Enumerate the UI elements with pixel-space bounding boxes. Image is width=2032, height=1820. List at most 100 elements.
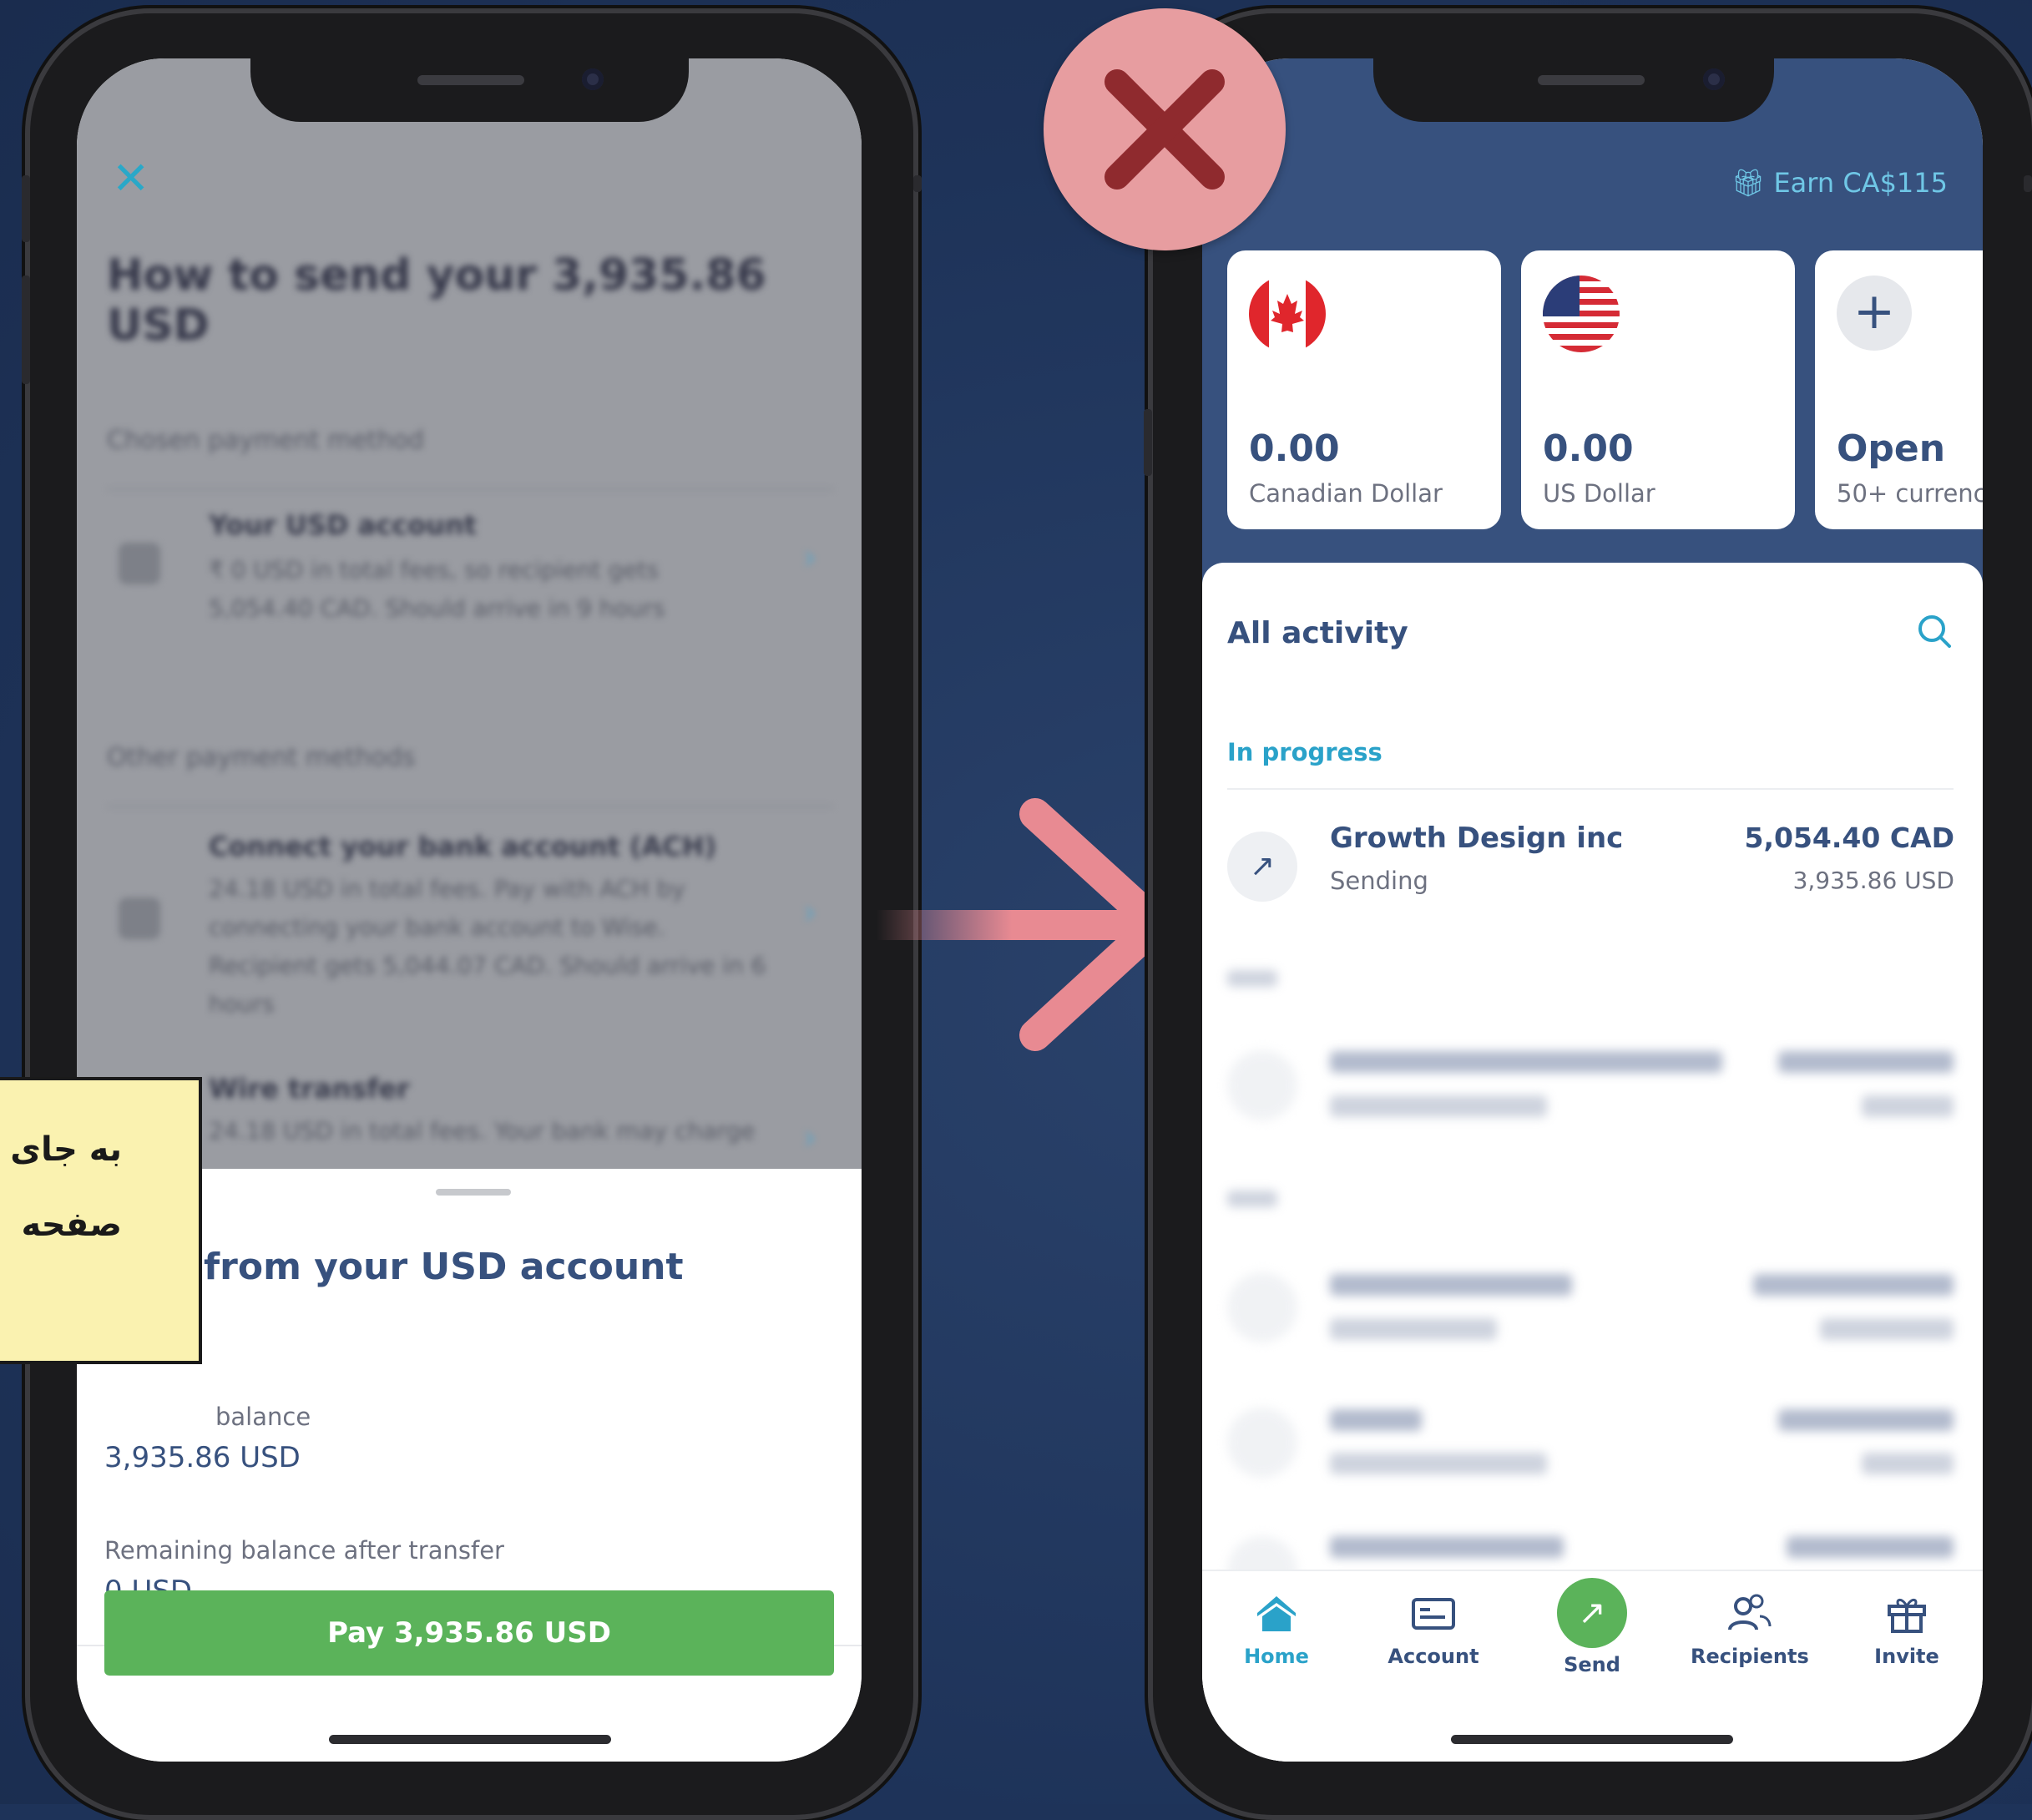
rejected-badge [1044, 8, 1286, 250]
annotation-line-1: به جای [10, 1130, 122, 1169]
pay-button[interactable]: Pay 3,935.86 USD [104, 1590, 834, 1676]
balance-card-usd[interactable]: 0.00 US Dollar [1521, 250, 1795, 529]
divider [107, 806, 833, 807]
usd-account-desc1: ₹ 0 USD in total fees, so recipient gets [209, 556, 660, 584]
usd-label: US Dollar [1543, 479, 1655, 508]
blurred-tx-amount2 [1862, 1095, 1954, 1117]
blurred-tx-amount [1753, 1274, 1954, 1296]
tab-recipients-label: Recipients [1691, 1645, 1809, 1668]
right-phone-power-button [2024, 175, 2032, 192]
dimmed-backdrop[interactable]: ✕ How to send your 3,935.86 USD Chosen p… [77, 58, 862, 1169]
tab-invite[interactable]: Invite [1848, 1588, 1965, 1668]
tab-home-label: Home [1244, 1645, 1309, 1668]
blurred-tx-name [1330, 1274, 1572, 1296]
current-balance-label: balance [215, 1403, 311, 1431]
gift-icon: 🎁︎ [1731, 167, 1774, 199]
remaining-balance-label: Remaining balance after transfer [104, 1536, 504, 1565]
right-phone-volume-button [1144, 409, 1152, 476]
blurred-tx-name [1330, 1536, 1564, 1558]
earn-label: Earn CA$115 [1773, 167, 1948, 199]
right-screen: 🎁︎ Earn CA$115 0.00 Canadian Dollar 0.00… [1202, 58, 1983, 1762]
cad-amount: 0.00 [1249, 427, 1340, 470]
home-icon [1251, 1588, 1302, 1640]
blurred-tx-name [1330, 1409, 1422, 1431]
right-speaker [1538, 75, 1645, 85]
sheet-title: from your USD account [204, 1246, 684, 1288]
chevron-right-icon: › [803, 893, 816, 932]
blurred-tx-icon [1227, 1408, 1297, 1478]
recipients-icon [1723, 1588, 1775, 1640]
bank-title: Connect your bank account (ACH) [209, 831, 717, 862]
x-mark-icon [1104, 69, 1225, 190]
blurred-tx-status [1330, 1095, 1547, 1117]
tab-recipients[interactable]: Recipients [1691, 1588, 1809, 1668]
left-notch [250, 50, 689, 122]
activity-title: All activity [1227, 616, 1408, 650]
open-balance-card[interactable]: + Open 50+ currenci [1815, 250, 1983, 529]
left-home-indicator [329, 1735, 611, 1744]
tab-send-label: Send [1564, 1653, 1620, 1676]
bank-desc: 24.18 USD in total fees. Pay with ACH by… [209, 875, 766, 1018]
blurred-tx-icon [1227, 1050, 1297, 1120]
blurred-tx-amount2 [1862, 1453, 1954, 1474]
cad-label: Canadian Dollar [1249, 479, 1443, 508]
tab-invite-label: Invite [1874, 1645, 1939, 1668]
blurred-month-label [1227, 1191, 1277, 1207]
tab-home[interactable]: Home [1218, 1588, 1335, 1668]
earn-link[interactable]: 🎁︎ Earn CA$115 [1731, 167, 1948, 199]
tab-account-label: Account [1388, 1645, 1479, 1668]
page-title: How to send your 3,935.86 USD [107, 250, 766, 351]
right-camera [1703, 68, 1725, 90]
sheet-handle[interactable] [436, 1189, 511, 1196]
blurred-tx-amount2 [1820, 1318, 1954, 1340]
chevron-right-icon: › [803, 538, 816, 577]
blurred-tx-amount [1787, 1536, 1954, 1558]
us-flag-icon [1543, 276, 1620, 352]
account-card-icon [1408, 1588, 1459, 1640]
left-speaker [417, 75, 524, 85]
left-phone-power-button [913, 175, 922, 192]
blurred-tx-amount [1778, 1409, 1954, 1431]
divider [1227, 788, 1954, 790]
left-phone-side-button [22, 175, 30, 242]
bank-icon [119, 897, 160, 939]
blurred-tx-icon [1227, 1272, 1297, 1342]
send-arrow-icon: ↗ [1227, 832, 1297, 902]
transaction-status: Sending [1330, 867, 1428, 895]
gift-icon [1881, 1588, 1933, 1640]
blurred-tx-status [1330, 1318, 1497, 1340]
usd-account-desc2: 5,054.40 CAD. Should arrive in 9 hours [209, 594, 665, 622]
blurred-month-label [1227, 970, 1277, 987]
transaction-amount-secondary: 3,935.86 USD [1792, 867, 1954, 894]
usd-account-icon [119, 543, 160, 584]
annotation-line-2: صفحه [21, 1206, 122, 1244]
close-icon[interactable]: ✕ [112, 156, 152, 201]
bottom-tab-bar: Home Account ↗ Send Recipients Invite [1202, 1570, 1983, 1762]
search-icon[interactable] [1916, 613, 1953, 650]
currencies-label: 50+ currenci [1837, 479, 1983, 508]
blurred-tx-status [1330, 1453, 1547, 1474]
usd-amount: 0.00 [1543, 427, 1634, 470]
blurred-tx-name [1330, 1051, 1722, 1073]
right-home-indicator [1451, 1735, 1733, 1744]
usd-account-title: Your USD account [209, 509, 478, 541]
transaction-amount: 5,054.40 CAD [1744, 822, 1954, 854]
section-label-chosen: Chosen payment method [107, 426, 424, 455]
wire-desc: 24.18 USD in total fees. Your bank may c… [209, 1117, 756, 1145]
send-icon: ↗ [1557, 1578, 1627, 1648]
current-balance-value: 3,935.86 USD [104, 1441, 301, 1474]
plus-icon: + [1837, 276, 1912, 351]
balance-card-cad[interactable]: 0.00 Canadian Dollar [1227, 250, 1501, 529]
open-label: Open [1837, 427, 1946, 470]
in-progress-label: In progress [1227, 738, 1382, 766]
tab-send[interactable]: ↗ Send [1534, 1578, 1650, 1676]
tab-account[interactable]: Account [1375, 1588, 1492, 1668]
section-label-other: Other payment methods [107, 743, 416, 772]
wire-title: Wire transfer [209, 1073, 410, 1105]
blurred-tx-amount [1778, 1051, 1954, 1073]
chevron-right-icon: › [803, 1119, 816, 1157]
balances-header: 🎁︎ Earn CA$115 0.00 Canadian Dollar 0.00… [1202, 58, 1983, 593]
transaction-name: Growth Design inc [1330, 822, 1624, 855]
left-camera [582, 68, 604, 90]
canada-flag-icon [1249, 276, 1326, 352]
